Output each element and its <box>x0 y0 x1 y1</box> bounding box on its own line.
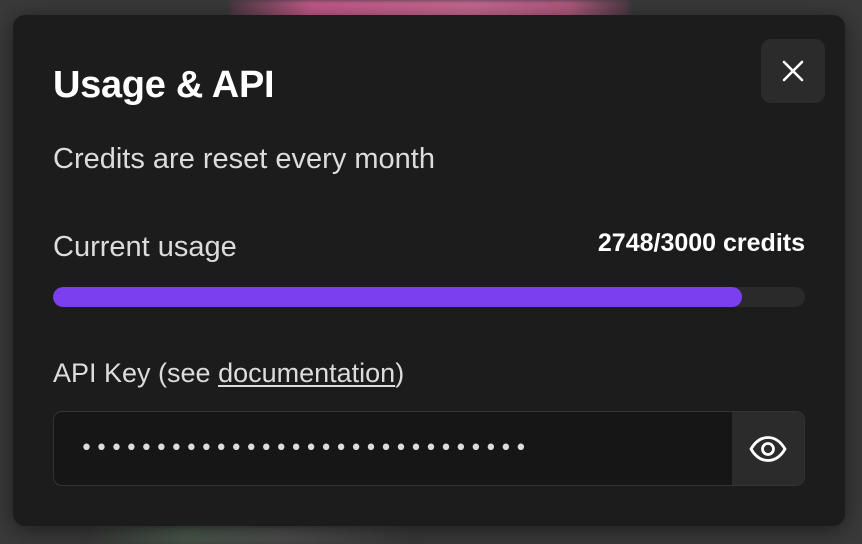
modal-subtitle: Credits are reset every month <box>53 143 435 175</box>
usage-progress-fill <box>53 287 742 307</box>
api-key-input[interactable] <box>54 412 732 485</box>
close-icon <box>782 60 804 82</box>
api-key-label-suffix: ) <box>395 358 405 388</box>
modal-title: Usage & API <box>53 64 275 106</box>
eye-icon <box>749 435 787 462</box>
toggle-visibility-button[interactable] <box>732 412 804 485</box>
close-button[interactable] <box>761 39 825 103</box>
documentation-link[interactable]: documentation <box>218 358 395 388</box>
api-key-label: API Key (see documentation) <box>53 356 404 390</box>
api-key-label-prefix: API Key (see <box>53 358 219 388</box>
background-content-bottom <box>90 526 410 544</box>
usage-credits-value: 2748/3000 credits <box>597 229 805 257</box>
usage-api-modal: Usage & API Credits are reset every mont… <box>13 15 845 526</box>
api-key-field <box>53 411 805 486</box>
current-usage-label: Current usage <box>53 231 237 263</box>
usage-progress-bar <box>53 287 805 307</box>
